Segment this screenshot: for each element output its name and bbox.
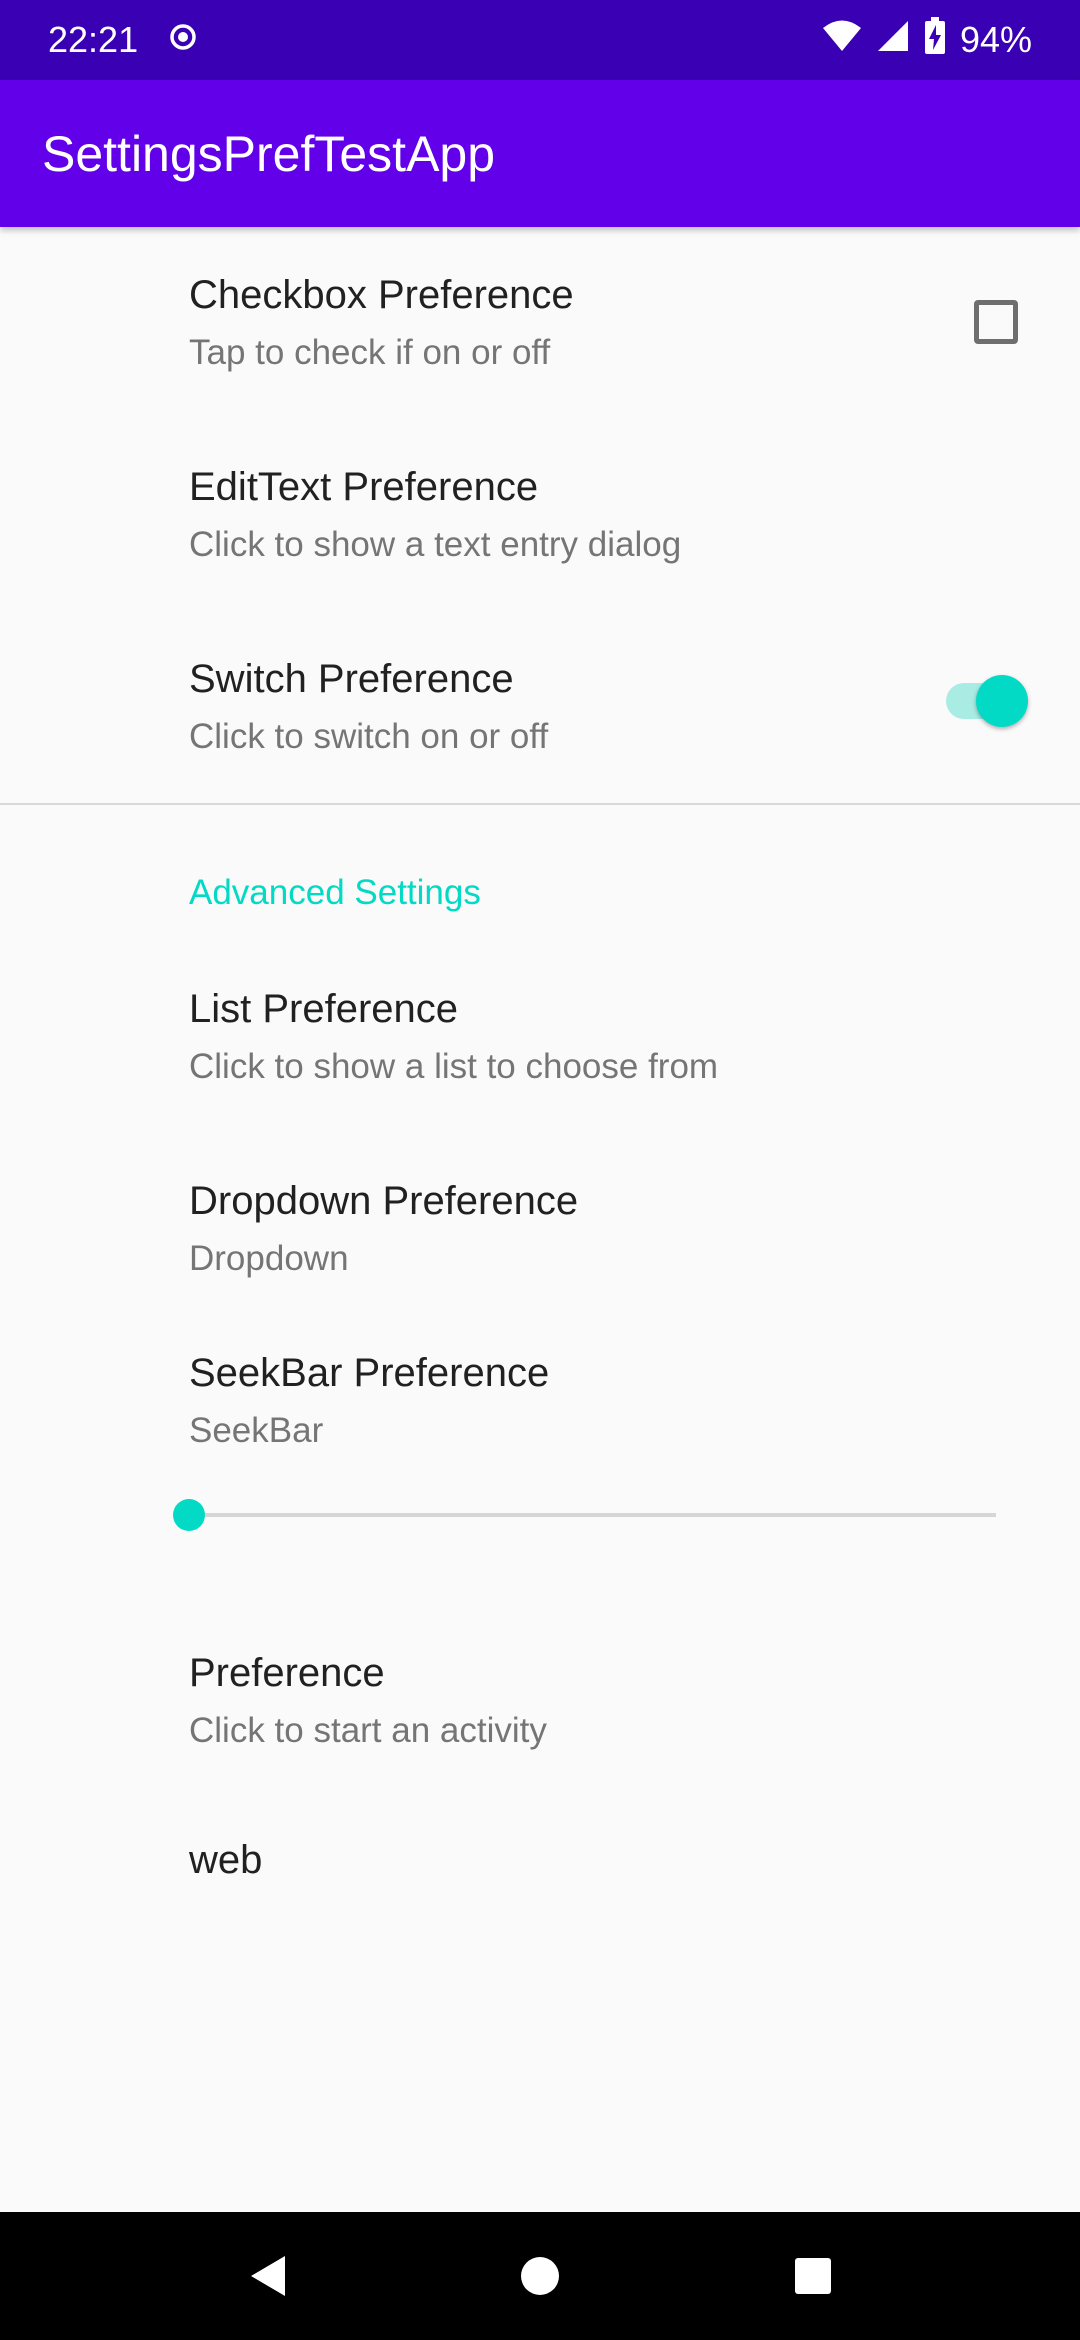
checkbox-preference[interactable]: Checkbox Preference Tap to check if on o… bbox=[0, 227, 1080, 419]
preferences-list: Checkbox Preference Tap to check if on o… bbox=[0, 227, 1080, 2212]
record-icon bbox=[168, 19, 198, 61]
dropdown-preference-summary: Dropdown bbox=[189, 1239, 349, 1278]
list-preference-title: List Preference bbox=[189, 987, 459, 1031]
status-left: 22:21 bbox=[48, 19, 198, 61]
app-bar: SettingsPrefTestApp bbox=[0, 80, 1080, 227]
status-time: 22:21 bbox=[48, 19, 139, 60]
dropdown-preference-title: Dropdown Preference bbox=[189, 1179, 579, 1223]
switch-preference[interactable]: Switch Preference Click to switch on or … bbox=[0, 611, 1080, 803]
status-bar: 22:21 94% bbox=[0, 0, 1080, 80]
edittext-preference[interactable]: EditText Preference Click to show a text… bbox=[0, 419, 1080, 611]
wifi-icon bbox=[822, 19, 862, 62]
seekbar-preference-summary: SeekBar bbox=[189, 1411, 324, 1450]
seekbar-thumb[interactable] bbox=[173, 1499, 205, 1531]
battery-charging-icon bbox=[924, 16, 946, 64]
seekbar-track[interactable] bbox=[189, 1513, 996, 1517]
navigation-bar bbox=[0, 2212, 1080, 2340]
recents-icon[interactable] bbox=[773, 2236, 853, 2316]
web-preference[interactable]: web bbox=[0, 1803, 1080, 1933]
switch-thumb[interactable] bbox=[976, 675, 1028, 727]
signal-icon bbox=[876, 19, 910, 62]
seekbar-preference-title: SeekBar Preference bbox=[189, 1351, 550, 1395]
seekbar-preference[interactable]: SeekBar Preference SeekBar bbox=[0, 1311, 1080, 1611]
activity-preference[interactable]: Preference Click to start an activity bbox=[0, 1611, 1080, 1803]
divider bbox=[0, 803, 1080, 805]
dropdown-preference[interactable]: Dropdown Preference Dropdown bbox=[0, 1139, 1080, 1311]
list-preference[interactable]: List Preference Click to show a list to … bbox=[0, 947, 1080, 1139]
checkbox-preference-summary: Tap to check if on or off bbox=[189, 333, 551, 372]
edittext-preference-title: EditText Preference bbox=[189, 465, 539, 509]
activity-preference-title: Preference bbox=[189, 1651, 385, 1695]
activity-preference-summary: Click to start an activity bbox=[189, 1711, 547, 1750]
battery-level: 94% bbox=[959, 19, 1032, 60]
back-icon[interactable] bbox=[227, 2236, 307, 2316]
checkbox[interactable] bbox=[974, 300, 1018, 344]
edittext-preference-summary: Click to show a text entry dialog bbox=[189, 525, 682, 564]
app-title: SettingsPrefTestApp bbox=[42, 125, 496, 182]
category-advanced-settings: Advanced Settings bbox=[189, 873, 481, 912]
switch-preference-summary: Click to switch on or off bbox=[189, 717, 549, 756]
web-preference-title: web bbox=[189, 1838, 263, 1882]
checkbox-preference-title: Checkbox Preference bbox=[189, 273, 574, 317]
switch-preference-title: Switch Preference bbox=[189, 657, 514, 701]
status-right: 94% bbox=[822, 16, 1032, 64]
list-preference-summary: Click to show a list to choose from bbox=[189, 1047, 719, 1086]
home-icon[interactable] bbox=[500, 2236, 580, 2316]
